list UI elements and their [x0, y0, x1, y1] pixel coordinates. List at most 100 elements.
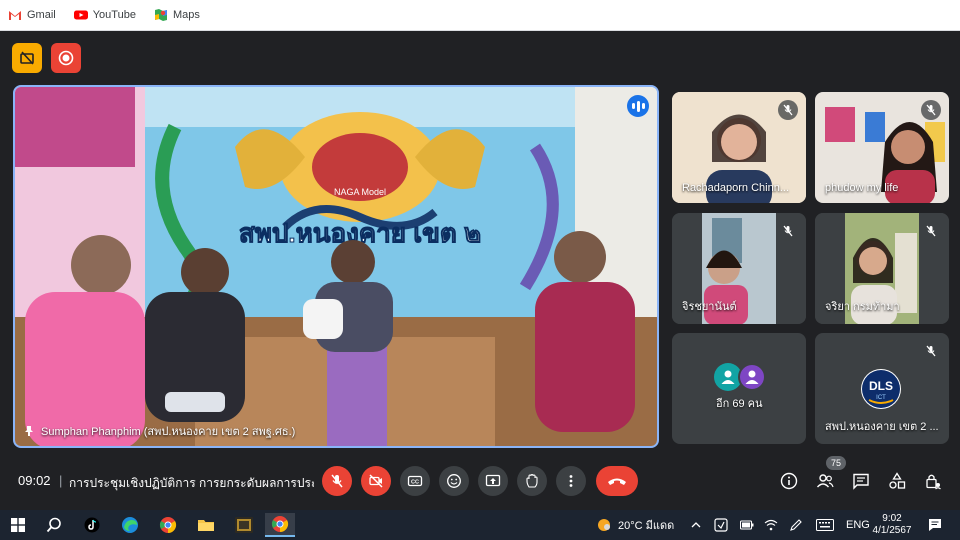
input-language[interactable]: ENG	[846, 510, 870, 540]
bookmarks-bar: Gmail YouTube Maps	[0, 0, 960, 31]
host-controls-button[interactable]	[920, 468, 946, 494]
lock-person-icon	[926, 474, 941, 490]
pen-menu[interactable]	[789, 510, 803, 540]
more-options-button[interactable]	[556, 466, 586, 496]
tray-app[interactable]	[714, 510, 728, 540]
participant-tile[interactable]: Rachadaporn Chinn...	[672, 92, 806, 203]
raise-hand-button[interactable]	[517, 466, 547, 496]
activities-icon	[889, 472, 906, 489]
maps-icon	[154, 9, 167, 21]
more-vert-icon	[569, 475, 573, 487]
info-icon	[780, 472, 798, 490]
clock-time: 9:02	[882, 513, 902, 524]
mic-toggle-button[interactable]	[322, 466, 352, 496]
end-call-icon	[608, 478, 626, 485]
windows-taskbar: 20°C มีแดด ENG 9:02 4/1/2567	[0, 510, 960, 540]
emoji-icon	[447, 474, 461, 488]
reactions-button[interactable]	[439, 466, 469, 496]
speaking-indicator	[627, 95, 649, 117]
tiktok-app[interactable]	[77, 513, 107, 537]
muted-indicator	[921, 221, 941, 241]
chrome-active-window[interactable]	[265, 513, 295, 537]
avatar	[738, 363, 766, 391]
participant-tile[interactable]: จิรชยานันต์	[672, 213, 806, 324]
app-icon	[235, 517, 253, 533]
chat-button[interactable]	[848, 468, 874, 494]
closed-captions-icon: CC	[407, 475, 423, 487]
camera-toggle-button[interactable]	[361, 466, 391, 496]
pin-icon[interactable]	[23, 425, 35, 437]
present-icon	[485, 474, 501, 487]
clock-date: 4/1/2567	[872, 525, 912, 536]
edge-app[interactable]	[115, 513, 145, 537]
present-screen-button[interactable]	[478, 466, 508, 496]
muted-indicator	[778, 221, 798, 241]
mic-off-icon	[331, 474, 343, 488]
notification-center[interactable]	[928, 510, 942, 540]
mic-off-icon	[783, 104, 793, 116]
muted-indicator	[778, 100, 798, 120]
bookmark-label: Gmail	[27, 9, 56, 21]
meeting-clock: 09:02	[18, 473, 51, 488]
search-button[interactable]	[39, 513, 69, 537]
folder-icon	[198, 520, 214, 531]
participant-tile[interactable]: DLS ICT สพป.หนองคาย เขต 2 ...	[815, 333, 949, 444]
chat-icon	[853, 473, 869, 490]
keyboard-icon	[816, 519, 834, 531]
recording-indicator[interactable]	[51, 43, 81, 73]
muted-indicator	[921, 100, 941, 120]
no-captions-icon	[20, 51, 34, 65]
sun-icon	[598, 519, 610, 531]
others-avatars	[714, 363, 770, 391]
network-status[interactable]	[764, 510, 778, 540]
meeting-details-button[interactable]	[776, 468, 802, 494]
pen-icon	[790, 519, 802, 531]
start-button[interactable]	[3, 513, 33, 537]
weather-text: 20°C มีแดด	[618, 520, 675, 532]
people-icon	[816, 474, 834, 488]
file-explorer-app[interactable]	[191, 513, 221, 537]
weather-widget[interactable]: 20°C มีแดด	[596, 510, 674, 540]
bookmark-gmail[interactable]: Gmail	[8, 8, 56, 22]
chevron-up-icon	[691, 522, 701, 528]
participant-name: สพป.หนองคาย เขต 2 ...	[825, 421, 939, 433]
person-icon	[745, 370, 759, 384]
participant-tile[interactable]: phudow my life	[815, 92, 949, 203]
control-bar: 09:02 | การประชุมเชิงปฏิบัติการ การยกระด…	[0, 456, 960, 510]
windows-logo-icon	[11, 518, 25, 532]
battery-icon	[740, 520, 754, 530]
activities-button[interactable]	[884, 468, 910, 494]
svg-text:CC: CC	[411, 480, 419, 486]
bookmark-label: Maps	[172, 9, 200, 21]
others-tile[interactable]: อีก 69 คน	[672, 333, 806, 444]
dls-logo-icon: DLS ICT	[862, 370, 900, 408]
app-shortcut[interactable]	[229, 513, 259, 537]
touch-keyboard[interactable]	[816, 510, 834, 540]
wifi-icon	[764, 519, 778, 531]
meeting-title: การประชุมเชิงปฏิบัติการ การยกระดับผลการป…	[69, 476, 314, 490]
people-button[interactable]	[812, 468, 838, 494]
show-hidden-icons[interactable]	[690, 510, 702, 540]
participant-tile[interactable]: จริยา กรมท้ามา	[815, 213, 949, 324]
speaker-name-tag: Sumphan Phanphim (สพป.หนองคาย เขต 2 สพฐ.…	[23, 422, 295, 440]
chrome-app[interactable]	[153, 513, 183, 537]
edge-icon	[122, 517, 138, 533]
battery-status[interactable]	[740, 510, 754, 540]
participant-name: Rachadaporn Chinn...	[682, 182, 790, 194]
captions-off-indicator[interactable]	[12, 43, 42, 73]
mic-off-icon	[783, 225, 793, 237]
mic-off-icon	[926, 104, 936, 116]
divider: |	[59, 473, 63, 488]
bookmark-youtube[interactable]: YouTube	[73, 8, 136, 22]
logo-subtext: ICT	[876, 395, 886, 401]
mic-off-icon	[926, 345, 936, 357]
system-clock[interactable]: 9:02 4/1/2567	[872, 510, 912, 540]
main-speaker-video[interactable]: สพป.หนองคาย เขต ๒ NAGA Model Sumphan Pha…	[13, 85, 659, 448]
leave-call-button[interactable]	[596, 466, 638, 496]
meet-stage: สพป.หนองคาย เขต ๒ NAGA Model Sumphan Pha…	[0, 31, 960, 510]
avatar: DLS ICT	[861, 369, 901, 409]
mic-off-icon	[926, 225, 936, 237]
bookmark-maps[interactable]: Maps	[154, 8, 200, 22]
hand-icon	[526, 473, 538, 488]
captions-button[interactable]: CC	[400, 466, 430, 496]
